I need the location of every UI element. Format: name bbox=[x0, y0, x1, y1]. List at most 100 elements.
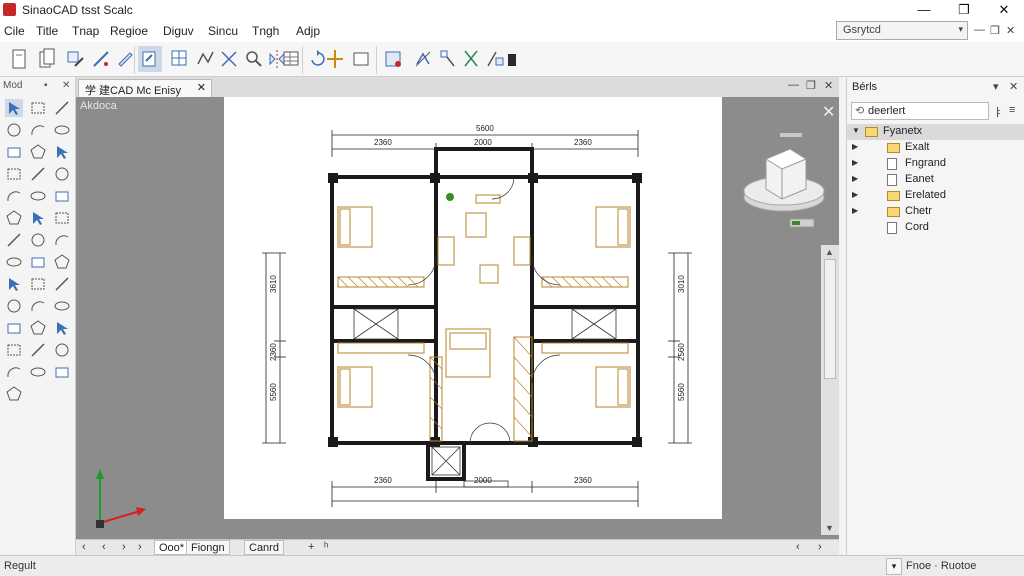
close-button[interactable]: ✕ bbox=[986, 0, 1022, 20]
tree-item[interactable]: ▶ Exalt bbox=[847, 140, 1024, 156]
menu-adjp[interactable]: Adjp bbox=[296, 24, 320, 38]
menu-diguv[interactable]: Diguv bbox=[163, 24, 194, 38]
rectangle-icon[interactable] bbox=[350, 46, 372, 72]
pen-icon[interactable] bbox=[114, 46, 136, 72]
circle-icon[interactable] bbox=[5, 121, 23, 139]
hscroll-left-arrow[interactable]: ‹ bbox=[796, 541, 800, 553]
drawing-close-button[interactable]: ✕ bbox=[824, 79, 833, 92]
spline-icon[interactable] bbox=[5, 363, 23, 381]
arc-icon[interactable] bbox=[29, 121, 47, 139]
vertical-scrollbar[interactable]: ▲ ▼ bbox=[821, 245, 839, 535]
polygon-icon[interactable] bbox=[29, 143, 47, 161]
snap-icon[interactable] bbox=[500, 46, 522, 72]
move-icon[interactable] bbox=[324, 46, 346, 72]
block-icon[interactable] bbox=[29, 253, 47, 271]
polyline-icon[interactable] bbox=[194, 46, 216, 72]
offset-icon[interactable] bbox=[53, 209, 71, 227]
menu-sincu[interactable]: Sincu bbox=[208, 24, 238, 38]
panel-options-button[interactable]: ▾ bbox=[993, 80, 999, 93]
fillet-icon[interactable] bbox=[460, 46, 482, 72]
tree-item[interactable]: Cord bbox=[847, 220, 1024, 236]
doc-restore-button[interactable]: ❐ bbox=[990, 24, 1000, 37]
layer-icon[interactable] bbox=[53, 297, 71, 315]
copy-file-icon[interactable] bbox=[36, 46, 58, 72]
dimension-icon[interactable] bbox=[53, 231, 71, 249]
prev-layout-button[interactable]: ‹ bbox=[102, 541, 106, 553]
extend-icon[interactable] bbox=[436, 46, 458, 72]
zoom-icon[interactable] bbox=[242, 46, 264, 72]
scrollbar-thumb[interactable] bbox=[824, 259, 836, 379]
redo-icon[interactable] bbox=[29, 319, 47, 337]
panel-close-button[interactable]: ✕ bbox=[1009, 80, 1018, 93]
hscroll-right-arrow[interactable]: › bbox=[818, 541, 822, 553]
camera-icon[interactable] bbox=[382, 46, 404, 72]
measure-icon[interactable] bbox=[29, 297, 47, 315]
search-input[interactable]: ⟲ deerlert bbox=[851, 102, 989, 120]
stretch-icon[interactable] bbox=[5, 187, 23, 205]
tool-palette-pin[interactable]: ▪ bbox=[44, 80, 48, 91]
insert-icon[interactable] bbox=[53, 253, 71, 271]
text-icon[interactable] bbox=[29, 231, 47, 249]
list-options-button[interactable]: ≡ bbox=[1009, 104, 1015, 116]
last-layout-button[interactable]: › bbox=[138, 541, 142, 553]
minimize-button[interactable]: — bbox=[906, 0, 942, 20]
select-icon[interactable] bbox=[138, 46, 162, 72]
erase-icon[interactable] bbox=[5, 275, 23, 293]
table-icon[interactable] bbox=[280, 46, 302, 72]
copy-icon[interactable] bbox=[5, 165, 23, 183]
undo-icon[interactable] bbox=[5, 319, 23, 337]
transform-icon[interactable] bbox=[90, 46, 112, 72]
mirror-icon[interactable] bbox=[29, 209, 47, 227]
tab-model[interactable]: Ooo* bbox=[154, 540, 190, 555]
layout-menu-button[interactable]: ʰ bbox=[324, 541, 328, 553]
document-tab-close[interactable]: ✕ bbox=[197, 81, 206, 94]
menu-tngh[interactable]: Tngh bbox=[252, 24, 279, 38]
collapse-arrow-icon[interactable]: ▼ bbox=[852, 126, 860, 135]
grip-icon[interactable] bbox=[29, 341, 47, 359]
menu-title[interactable]: Title bbox=[36, 24, 58, 38]
next-layout-button[interactable]: › bbox=[122, 541, 126, 553]
zoom-icon[interactable] bbox=[5, 341, 23, 359]
explode-icon[interactable] bbox=[218, 46, 240, 72]
tree-item[interactable]: ▶ Eanet bbox=[847, 172, 1024, 188]
scale-icon[interactable] bbox=[53, 165, 71, 183]
tool-palette-close[interactable]: ✕ bbox=[62, 80, 70, 91]
tree-item[interactable]: ▼ Fyanetx bbox=[847, 124, 1024, 140]
hatch-icon[interactable] bbox=[5, 231, 23, 249]
menu-file[interactable]: Cile bbox=[4, 24, 25, 38]
add-layout-button[interactable]: + bbox=[308, 541, 314, 553]
window-select-icon[interactable] bbox=[29, 99, 47, 117]
first-layout-button[interactable]: ‹ bbox=[82, 541, 86, 553]
trim-icon[interactable] bbox=[412, 46, 434, 72]
select-arrow-icon[interactable] bbox=[5, 99, 23, 117]
tab-layout2[interactable]: Canrd bbox=[244, 540, 284, 555]
open-file-icon[interactable] bbox=[8, 46, 30, 72]
expand-arrow-icon[interactable]: ▶ bbox=[852, 158, 858, 167]
document-tab[interactable]: 学 建CAD Mc Enisy ✕ bbox=[78, 79, 212, 97]
scroll-down-arrow[interactable]: ▼ bbox=[825, 523, 834, 533]
tab-layout1[interactable]: Fiongn bbox=[186, 540, 230, 555]
scroll-up-arrow[interactable]: ▲ bbox=[825, 247, 834, 257]
status-dropdown-button[interactable]: ▾ bbox=[886, 558, 902, 575]
menu-tnap[interactable]: Tnap bbox=[72, 24, 99, 38]
filter-button[interactable]: ㅑ bbox=[993, 104, 1003, 120]
grid-icon[interactable] bbox=[168, 46, 190, 72]
expand-arrow-icon[interactable]: ▶ bbox=[852, 142, 858, 151]
region-icon[interactable] bbox=[29, 363, 47, 381]
fillet-icon[interactable] bbox=[5, 209, 23, 227]
trim-icon[interactable] bbox=[29, 187, 47, 205]
pan-icon[interactable] bbox=[53, 319, 71, 337]
restore-button[interactable]: ❐ bbox=[946, 0, 982, 20]
boundary-icon[interactable] bbox=[53, 363, 71, 381]
break-icon[interactable] bbox=[5, 297, 23, 315]
viewcube-close-icon[interactable]: ✕ bbox=[822, 104, 835, 121]
tree-item[interactable]: ▶ Chetr bbox=[847, 204, 1024, 220]
drawing-sheet[interactable]: 5600 2360 2000 2360 2360 2000 2360 3610 … bbox=[224, 97, 722, 519]
expand-arrow-icon[interactable]: ▶ bbox=[852, 206, 858, 215]
ellipse-icon[interactable] bbox=[53, 121, 71, 139]
leader-icon[interactable] bbox=[5, 253, 23, 271]
move-icon[interactable] bbox=[53, 143, 71, 161]
expand-arrow-icon[interactable]: ▶ bbox=[852, 174, 858, 183]
layer-select[interactable]: Gsrytcd ▾ bbox=[836, 21, 968, 40]
drawing-restore-button[interactable]: ❐ bbox=[806, 79, 816, 92]
